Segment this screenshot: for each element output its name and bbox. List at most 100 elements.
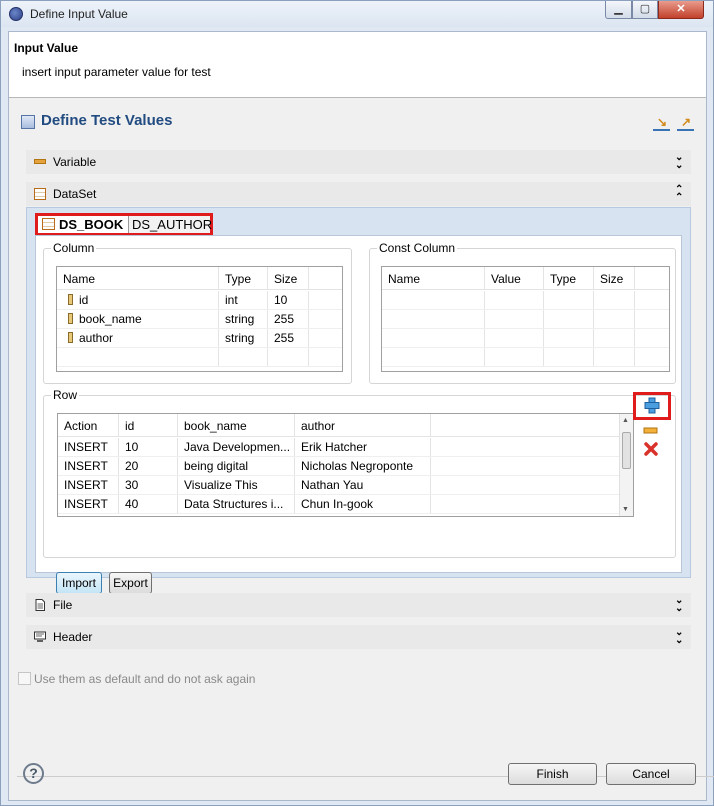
row-action-cell: INSERT (58, 438, 119, 456)
section-header-label: Header (53, 630, 93, 644)
const-header-value[interactable]: Value (485, 267, 544, 289)
expand-chevron-icon[interactable]: ⌄ ⌄ (675, 596, 683, 614)
tab-ds-book[interactable]: DS_BOOK (38, 216, 127, 233)
delete-row-button[interactable] (643, 441, 659, 457)
row-book-name-cell: Data Structures i... (178, 495, 295, 513)
row-table-header: Action id book_name author (58, 414, 621, 437)
export-toolbar-icon[interactable]: ↗ (677, 116, 694, 131)
row-header-author[interactable]: author (295, 414, 431, 436)
row-action-cell: INSERT (58, 476, 119, 494)
row-author-cell: Nicholas Negroponte (295, 457, 431, 475)
header-icon (34, 631, 46, 642)
window-title: Define Input Value (30, 7, 128, 21)
row-group: Row Action id book_name author INSERT 10… (43, 388, 676, 558)
header-description: insert input parameter value for test (22, 65, 211, 79)
column-header-type[interactable]: Type (219, 267, 268, 289)
cancel-button[interactable]: Cancel (606, 763, 696, 785)
red-x-icon (644, 442, 658, 456)
row-table[interactable]: Action id book_name author INSERT 10 Jav… (57, 413, 634, 517)
use-default-checkbox[interactable] (18, 672, 31, 685)
row-book-name-cell: being digital (178, 457, 295, 475)
const-header-type[interactable]: Type (544, 267, 594, 289)
header-title: Input Value (14, 41, 79, 55)
const-column-group-label: Const Column (377, 241, 458, 255)
row-header-book-name[interactable]: book_name (178, 414, 295, 436)
file-icon (35, 599, 45, 611)
table-row[interactable]: id int 10 (57, 291, 342, 310)
minimize-button[interactable]: ▁ (605, 1, 632, 19)
column-header-size[interactable]: Size (268, 267, 309, 289)
section-variable-label: Variable (53, 155, 97, 169)
scroll-down-icon[interactable]: ▼ (622, 506, 629, 513)
dialog-header: Input Value insert input parameter value… (9, 32, 706, 98)
import-button[interactable]: Import (56, 572, 102, 594)
const-table-header: Name Value Type Size (382, 267, 669, 290)
column-size-cell: 10 (268, 291, 309, 309)
table-row[interactable]: INSERT 20 being digital Nicholas Negropo… (58, 457, 621, 476)
section-file[interactable]: File ⌄ ⌄ (26, 593, 691, 617)
table-icon (42, 218, 55, 230)
column-size-cell: 255 (268, 310, 309, 328)
dataset-panel: Column Name Type Size id int 10 book_nam… (35, 235, 682, 594)
column-name-cell: book_name (57, 310, 219, 328)
table-row[interactable]: INSERT 40 Data Structures i... Chun In-g… (58, 495, 621, 514)
add-row-button[interactable] (633, 392, 671, 420)
help-icon[interactable]: ? (23, 763, 44, 784)
table-row[interactable]: author string 255 (57, 329, 342, 348)
table-row-empty (382, 291, 669, 310)
row-id-cell: 30 (119, 476, 178, 494)
row-action-cell: INSERT (58, 457, 119, 475)
const-column-group: Const Column Name Value Type Size (369, 241, 676, 384)
row-id-cell: 20 (119, 457, 178, 475)
close-button[interactable]: ✕ (658, 1, 704, 19)
table-row[interactable]: INSERT 10 Java Developmen... Erik Hatche… (58, 438, 621, 457)
column-type-cell: string (219, 310, 268, 328)
finish-button[interactable]: Finish (508, 763, 597, 785)
collapse-chevron-icon[interactable]: ⌃ ⌃ (675, 185, 683, 203)
row-author-cell: Erik Hatcher (295, 438, 431, 456)
tab-ds-author-label: DS_AUTHOR (132, 217, 213, 232)
section-dataset-label: DataSet (53, 187, 97, 201)
table-row[interactable]: book_name string 255 (57, 310, 342, 329)
column-size-cell: 255 (268, 329, 309, 347)
column-type-cell: int (219, 291, 268, 309)
table-row[interactable]: INSERT 30 Visualize This Nathan Yau (58, 476, 621, 495)
section-variable[interactable]: Variable ⌄ ⌄ (26, 150, 691, 174)
column-icon (68, 313, 73, 324)
remove-row-button[interactable] (643, 422, 659, 438)
section-header[interactable]: Header ⌄ ⌄ (26, 625, 691, 649)
column-name-cell: author (57, 329, 219, 347)
column-table-header: Name Type Size (57, 267, 342, 290)
expand-chevron-icon[interactable]: ⌄ ⌄ (675, 153, 683, 171)
eclipse-icon (9, 7, 23, 21)
column-table[interactable]: Name Type Size id int 10 book_name strin… (56, 266, 343, 372)
export-button[interactable]: Export (109, 572, 152, 594)
import-toolbar-icon[interactable]: ↘ (653, 116, 670, 131)
column-icon (68, 294, 73, 305)
const-header-size[interactable]: Size (594, 267, 635, 289)
tab-ds-author[interactable]: DS_AUTHOR (128, 216, 213, 233)
column-header-name[interactable]: Name (57, 267, 219, 289)
table-row-empty (57, 348, 342, 367)
maximize-button[interactable]: ▢ (632, 1, 658, 19)
section-dataset[interactable]: DataSet ⌃ ⌃ (26, 182, 691, 206)
row-action-cell: INSERT (58, 495, 119, 513)
scroll-up-icon[interactable]: ▲ (622, 417, 629, 424)
table-row-empty (382, 348, 669, 367)
table-row-empty (382, 329, 669, 348)
row-header-id[interactable]: id (119, 414, 178, 436)
const-column-table[interactable]: Name Value Type Size (381, 266, 670, 372)
row-id-cell: 10 (119, 438, 178, 456)
dataset-grid-icon (34, 188, 46, 200)
scroll-thumb[interactable] (622, 432, 631, 469)
plus-icon (644, 397, 660, 414)
form-title: Define Test Values (41, 112, 173, 129)
row-table-scrollbar[interactable]: ▲ ▼ (619, 414, 633, 516)
expand-chevron-icon[interactable]: ⌄ ⌄ (675, 628, 683, 646)
row-author-cell: Nathan Yau (295, 476, 431, 494)
use-default-label: Use them as default and do not ask again (34, 672, 256, 686)
row-header-action[interactable]: Action (58, 414, 119, 436)
section-file-label: File (53, 598, 73, 612)
const-header-name[interactable]: Name (382, 267, 485, 289)
row-group-label: Row (51, 388, 80, 402)
